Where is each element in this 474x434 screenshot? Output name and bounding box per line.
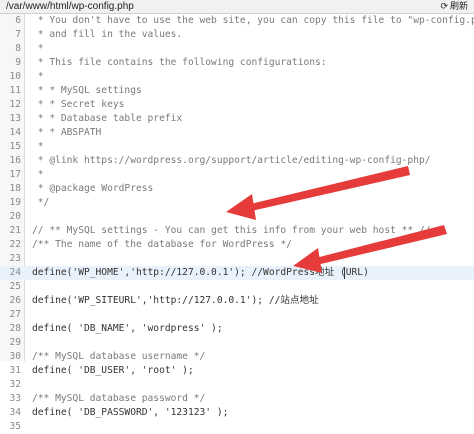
line-text: * @package WordPress	[32, 183, 154, 194]
line-text: * * Database table prefix	[32, 113, 183, 124]
line-text: define( 'DB_NAME', 'wordpress' );	[32, 323, 223, 334]
line-number: 23	[9, 253, 21, 264]
line-number: 33	[9, 393, 21, 404]
code-line: 9 * This file contains the following con…	[0, 56, 474, 70]
file-path: /var/www/html/wp-config.php	[6, 1, 134, 12]
line-number: 28	[9, 323, 21, 334]
line-text: * * ABSPATH	[32, 127, 102, 138]
line-text: /** The name of the database for WordPre…	[32, 239, 292, 250]
line-number: 7	[15, 29, 21, 40]
line-number: 32	[9, 379, 21, 390]
line-text: define('WP_HOME','http://127.0.0.1'); //…	[32, 267, 369, 278]
line-text: * * Secret keys	[32, 99, 125, 110]
code-line: 26 define('WP_SITEURL','http://127.0.0.1'…	[0, 294, 474, 308]
line-number: 12	[9, 99, 21, 110]
line-text: define( 'DB_USER', 'root' );	[32, 365, 194, 376]
refresh-icon: ⟳	[440, 1, 448, 11]
code-line: 14 * * ABSPATH	[0, 126, 474, 140]
code-line: 33 /** MySQL database password */	[0, 392, 474, 406]
line-number: 13	[9, 113, 21, 124]
line-number: 26	[9, 295, 21, 306]
line-text: * and fill in the values.	[32, 29, 183, 40]
line-text: /** MySQL database password */	[32, 393, 206, 404]
code-line: 11 * * MySQL settings	[0, 84, 474, 98]
code-line: 30 /** MySQL database username */	[0, 350, 474, 364]
line-number: 16	[9, 155, 21, 166]
code-line: 13 * * Database table prefix	[0, 112, 474, 126]
line-number: 15	[9, 141, 21, 152]
code-line: 32	[0, 378, 474, 392]
refresh-label: 刷新	[449, 1, 468, 11]
code-line: 18 * @package WordPress	[0, 182, 474, 196]
line-number: 34	[9, 407, 21, 418]
line-text: define( 'DB_PASSWORD', '123123' );	[32, 407, 229, 418]
code-line: 31 define( 'DB_USER', 'root' );	[0, 364, 474, 378]
code-line: 17 *	[0, 168, 474, 182]
code-line: 25	[0, 280, 474, 294]
line-number: 8	[15, 43, 21, 54]
code-line: 35	[0, 420, 474, 434]
line-number: 14	[9, 127, 21, 138]
code-editor[interactable]: 6 * You don't have to use the web site, …	[0, 14, 474, 432]
code-line: 20	[0, 210, 474, 224]
text-caret	[344, 267, 345, 279]
code-line: 8 *	[0, 42, 474, 56]
line-text: * You don't have to use the web site, yo…	[32, 15, 474, 26]
code-line: 19 */	[0, 196, 474, 210]
line-number: 18	[9, 183, 21, 194]
line-number: 22	[9, 239, 21, 250]
code-line: 21 // ** MySQL settings - You can get thi…	[0, 224, 474, 238]
code-line: 10 *	[0, 70, 474, 84]
line-text: // ** MySQL settings - You can get this …	[32, 225, 431, 236]
line-number: 11	[9, 85, 21, 96]
code-line: 23	[0, 252, 474, 266]
refresh-button[interactable]: ⟳ 刷新	[437, 0, 471, 12]
code-line: 28 define( 'DB_NAME', 'wordpress' );	[0, 322, 474, 336]
code-line: 15 *	[0, 140, 474, 154]
line-number: 9	[15, 57, 21, 68]
line-text: * * MySQL settings	[32, 85, 142, 96]
file-toolbar: /var/www/html/wp-config.php ⟳ 刷新	[0, 0, 474, 14]
line-number: 10	[9, 71, 21, 82]
line-number: 31	[9, 365, 21, 376]
code-line: 29	[0, 336, 474, 350]
line-text: /** MySQL database username */	[32, 351, 206, 362]
line-number: 17	[9, 169, 21, 180]
code-line: 22 /** The name of the database for WordP…	[0, 238, 474, 252]
line-number: 29	[9, 337, 21, 348]
line-number: 27	[9, 309, 21, 320]
code-line: 16 * @link https://wordpress.org/support…	[0, 154, 474, 168]
line-number: 6	[15, 15, 21, 26]
code-line: 6 * You don't have to use the web site, …	[0, 14, 474, 28]
line-text: *	[32, 71, 44, 82]
code-line: 34 define( 'DB_PASSWORD', '123123' );	[0, 406, 474, 420]
code-line: 24 define('WP_HOME','http://127.0.0.1'); …	[0, 266, 474, 280]
line-number: 24	[9, 267, 21, 278]
line-number: 20	[9, 211, 21, 222]
line-text: * @link https://wordpress.org/support/ar…	[32, 155, 431, 166]
code-line: 27	[0, 308, 474, 322]
line-number: 25	[9, 281, 21, 292]
line-number: 19	[9, 197, 21, 208]
line-number: 35	[9, 421, 21, 432]
line-text: * This file contains the following confi…	[32, 57, 327, 68]
line-text: *	[32, 169, 44, 180]
line-text: define('WP_SITEURL','http://127.0.0.1');…	[32, 295, 319, 306]
code-line: 12 * * Secret keys	[0, 98, 474, 112]
line-text: *	[32, 43, 44, 54]
line-text: *	[32, 141, 44, 152]
line-number: 30	[9, 351, 21, 362]
line-number: 21	[9, 225, 21, 236]
code-line: 7 * and fill in the values.	[0, 28, 474, 42]
line-text: */	[32, 197, 50, 208]
